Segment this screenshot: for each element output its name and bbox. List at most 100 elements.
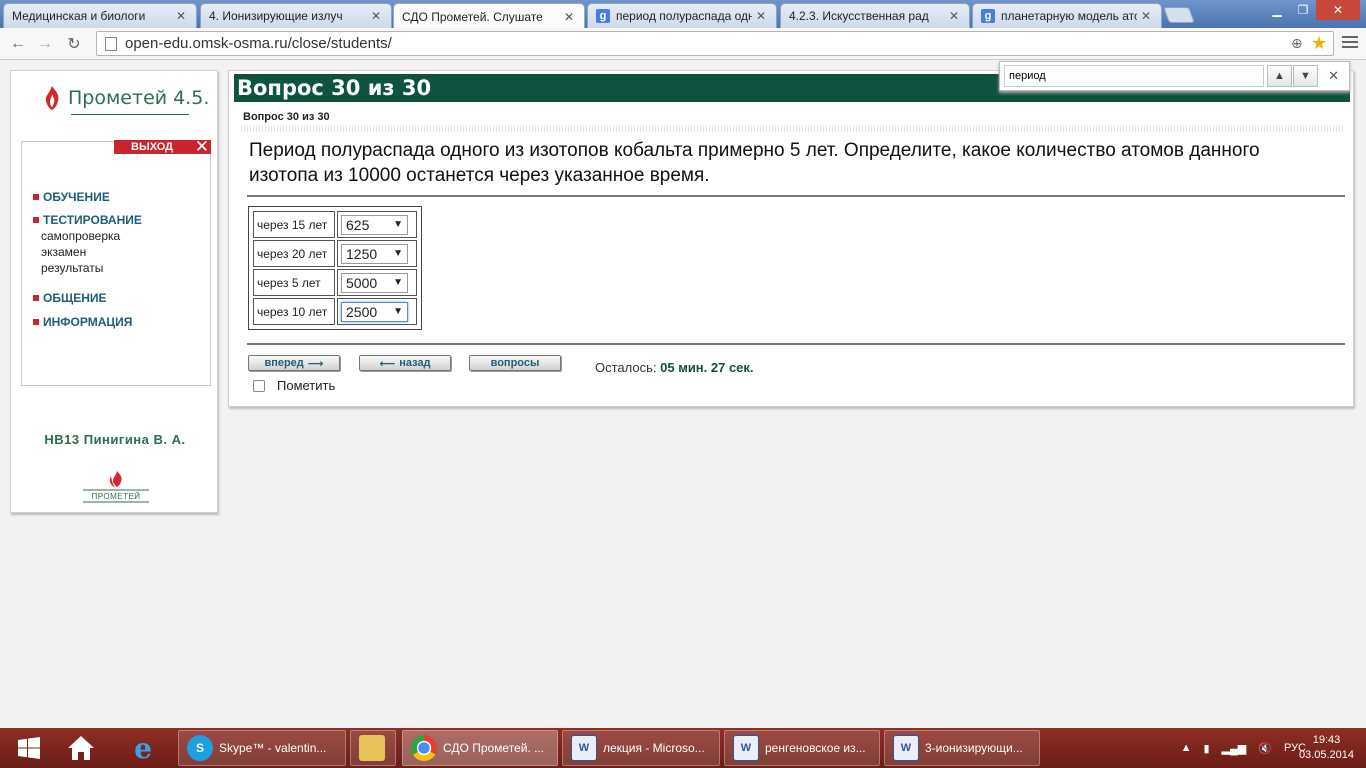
find-input[interactable]: период: [1004, 65, 1264, 87]
divider: [247, 343, 1345, 345]
select-value: 625: [346, 216, 370, 233]
signal-icon[interactable]: ▂▄▆: [1222, 742, 1247, 755]
answer-cell: 2500 ▼: [337, 298, 417, 325]
window-close-icon[interactable]: ✕: [1316, 0, 1360, 20]
answer-select[interactable]: 2500 ▼: [341, 301, 408, 322]
dropdown-arrow-icon: ▼: [393, 306, 403, 317]
find-next-icon[interactable]: ▼: [1293, 65, 1318, 87]
tab-3-active[interactable]: СДО Прометей. Слушате ✕: [393, 3, 585, 29]
close-icon[interactable]: ✕: [564, 10, 576, 24]
zoom-icon[interactable]: ⊕: [1291, 35, 1311, 52]
back-button[interactable]: ⟵ назад: [359, 355, 451, 371]
window-controls: ▁ ❐ ✕: [1264, 0, 1360, 20]
forward-button[interactable]: вперед ⟶: [248, 355, 340, 371]
sidebar-item-learning[interactable]: ОБУЧЕНИЕ: [33, 189, 142, 205]
tab-6[interactable]: g планетарную модель ато ✕: [972, 3, 1162, 28]
close-icon[interactable]: ✕: [949, 9, 961, 23]
table-row: через 10 лет 2500 ▼: [253, 298, 417, 325]
answer-cell: 1250 ▼: [337, 240, 417, 267]
tab-title: 4. Ионизирующие излуч: [209, 9, 343, 23]
internet-explorer-icon[interactable]: e: [114, 730, 172, 766]
sidebar-item-testing[interactable]: ТЕСТИРОВАНИЕ: [33, 212, 142, 228]
volume-muted-icon[interactable]: 🔇: [1258, 742, 1272, 755]
sidebar-menu: ОБУЧЕНИЕ ТЕСТИРОВАНИЕ самопроверка экзам…: [33, 189, 142, 330]
prometheus-small-logo: ПРОМЕТЕЙ: [83, 471, 149, 503]
tab-5[interactable]: 4.2.3. Искусственная рад ✕: [780, 3, 970, 28]
close-icon[interactable]: ✕: [371, 9, 383, 23]
questions-button[interactable]: вопросы: [469, 355, 561, 371]
restore-icon[interactable]: ❐: [1290, 0, 1316, 20]
close-icon[interactable]: ✕: [756, 9, 768, 23]
tab-title: СДО Прометей. Слушате: [402, 9, 543, 24]
taskbar-item-word-1[interactable]: W лекция - Microso...: [562, 730, 720, 766]
dropdown-arrow-icon: ▼: [393, 277, 403, 288]
prometheus-logo[interactable]: Прометей 4.5.: [41, 85, 209, 111]
taskbar-item-word-2[interactable]: W ренгеновское из...: [724, 730, 880, 766]
sidebar-subitem-self-check[interactable]: самопроверка: [41, 228, 142, 244]
tab-title: период полураспада одн: [616, 9, 752, 23]
mark-question: Пометить: [253, 378, 335, 393]
sidebar-item-information[interactable]: ИНФОРМАЦИЯ: [33, 314, 142, 330]
dropdown-arrow-icon: ▼: [393, 219, 403, 230]
find-close-icon[interactable]: ✕: [1328, 68, 1339, 84]
question-panel: Вопрос 30 из 30 Вопрос 30 из 30 Период п…: [228, 70, 1354, 407]
bullet-icon: [33, 295, 39, 301]
sidebar-subitem-results[interactable]: результаты: [41, 260, 142, 276]
forward-label: вперед: [264, 357, 304, 369]
clock-date: 03.05.2014: [1298, 749, 1354, 761]
left-arrow-icon: ⟵: [379, 357, 396, 370]
tab-2[interactable]: 4. Ионизирующие излуч ✕: [200, 3, 392, 28]
answer-select[interactable]: 5000 ▼: [341, 272, 408, 293]
table-row: через 15 лет 625 ▼: [253, 211, 417, 238]
chrome-menu-icon[interactable]: [1342, 36, 1358, 51]
close-icon[interactable]: ✕: [176, 9, 188, 23]
divider: [247, 195, 1345, 197]
google-icon: g: [981, 9, 995, 23]
folder-icon: [359, 735, 385, 761]
close-icon[interactable]: ✕: [1141, 9, 1153, 23]
time-remaining: Осталось: 05 мин. 27 сек.: [595, 360, 754, 375]
select-value: 2500: [346, 303, 378, 320]
system-tray: ▲ ▮ ▂▄▆ 🔇 РУС: [1181, 728, 1306, 768]
tab-1[interactable]: Медицинская и биологи ✕: [3, 3, 197, 28]
new-tab-button[interactable]: [1163, 7, 1195, 23]
back-arrow-icon[interactable]: ←: [7, 34, 29, 54]
taskbar-item-skype[interactable]: S Skype™ - valentin...: [178, 730, 346, 766]
windows-start-icon[interactable]: [0, 730, 58, 766]
bookmark-star-icon[interactable]: ★: [1311, 33, 1333, 54]
close-icon: ✕: [194, 137, 209, 156]
home-icon[interactable]: [52, 730, 110, 766]
user-name: НВ13 Пинигина В. А.: [44, 432, 186, 447]
forward-arrow-icon[interactable]: →: [34, 34, 56, 54]
sidebar-item-communication[interactable]: ОБЩЕНИЕ: [33, 290, 142, 306]
bullet-icon: [33, 217, 39, 223]
right-arrow-icon: ⟶: [307, 357, 324, 370]
answer-label: через 5 лет: [253, 269, 335, 296]
answer-select[interactable]: 625 ▼: [341, 214, 408, 235]
taskbar-item-chrome[interactable]: СДО Прометей. ...: [402, 730, 558, 766]
tab-4[interactable]: g период полураспада одн ✕: [587, 3, 777, 28]
answer-cell: 625 ▼: [337, 211, 417, 238]
table-row: через 5 лет 5000 ▼: [253, 269, 417, 296]
flame-icon: [45, 86, 59, 110]
answer-select[interactable]: 1250 ▼: [341, 243, 408, 264]
minimize-icon[interactable]: ▁: [1264, 0, 1290, 20]
taskbar-item-explorer[interactable]: [350, 730, 396, 766]
address-bar[interactable]: open-edu.omsk-osma.ru/close/students/ ⊕ …: [96, 31, 1334, 56]
hatch-divider: [241, 126, 1345, 132]
exit-button[interactable]: ВЫХОД ✕: [114, 137, 211, 156]
taskbar-item-label: ренгеновское из...: [765, 741, 866, 755]
sidebar: Прометей 4.5. ВЫХОД ✕ ОБУЧЕНИЕ ТЕСТИРОВА…: [10, 70, 218, 513]
find-previous-icon[interactable]: ▲: [1267, 65, 1292, 87]
answer-cell: 5000 ▼: [337, 269, 417, 296]
reload-icon[interactable]: ↻: [63, 34, 85, 54]
taskbar-item-label: СДО Прометей. ...: [443, 741, 545, 755]
mark-checkbox[interactable]: [253, 379, 265, 392]
page-content: Прометей 4.5. ВЫХОД ✕ ОБУЧЕНИЕ ТЕСТИРОВА…: [0, 61, 1366, 728]
clock[interactable]: 19:43 03.05.2014: [1299, 733, 1354, 763]
sidebar-subitem-exam[interactable]: экзамен: [41, 244, 142, 260]
taskbar-item-word-3[interactable]: W 3-ионизирующи...: [884, 730, 1040, 766]
show-hidden-icons-icon[interactable]: ▲: [1181, 742, 1192, 754]
battery-icon[interactable]: ▮: [1203, 742, 1209, 755]
logo-underline: [71, 114, 189, 115]
